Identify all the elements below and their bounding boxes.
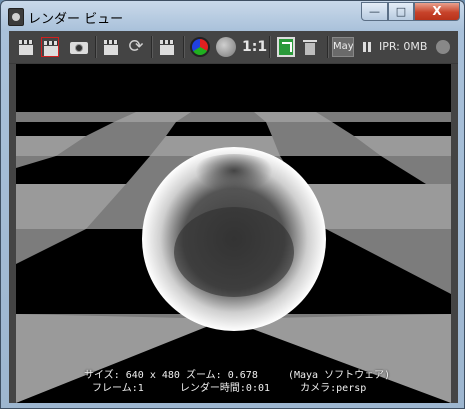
renderer-select[interactable]: Maya [332, 37, 354, 57]
maya-app-icon [8, 8, 24, 26]
render-toolbar: ⟳ 1:1 Maya IPR: 0MB [9, 31, 458, 64]
render-info-line2: フレーム:1 レンダー時間:0:01 カメラ:persp [92, 379, 366, 394]
frame-value: 1 [137, 383, 144, 394]
maximize-button[interactable]: □ [388, 2, 414, 21]
sphere-reflection [179, 154, 289, 214]
render-time-label: レンダー時間: [179, 383, 246, 394]
toolbar-separator [269, 36, 270, 58]
pause-icon[interactable] [360, 37, 374, 57]
refresh-icon[interactable]: ⟳ [126, 37, 146, 57]
toolbar-separator [327, 36, 328, 58]
display-frame-icon[interactable] [277, 37, 295, 57]
render-region-icon[interactable] [41, 37, 59, 57]
snapshot-camera-icon[interactable] [69, 37, 89, 57]
frame-label: フレーム: [92, 383, 138, 394]
render-image-viewport[interactable]: サイズ: 640 x 480 ズーム: 0.678 (Maya ソフトウェア) … [16, 64, 451, 403]
remove-image-icon[interactable] [301, 37, 319, 57]
render-view-panel: ⟳ 1:1 Maya IPR: 0MB [9, 31, 458, 403]
sphere-dark-core [174, 207, 294, 297]
camera-value: persp [336, 383, 367, 394]
camera-label: カメラ: [300, 383, 337, 394]
status-dot-icon [436, 40, 450, 54]
toolbar-separator [183, 36, 184, 58]
window-title: レンダー ビュー [28, 12, 124, 27]
toolbar-separator [95, 36, 96, 58]
close-button[interactable]: X [414, 2, 460, 21]
ipr-memory-label: IPR: 0MB [379, 40, 428, 53]
render-view-window: レンダー ビュー — □ X ⟳ 1:1 Maya IPR: 0MB [0, 0, 465, 409]
rgb-channels-icon[interactable] [190, 37, 210, 57]
toolbar-separator [151, 36, 152, 58]
render-sequence-icon[interactable] [158, 37, 176, 57]
title-bar[interactable]: レンダー ビュー — □ X [1, 1, 464, 31]
gray-sphere-icon[interactable] [216, 37, 236, 57]
render-time-value: 0:01 [245, 383, 271, 394]
rendered-image [16, 64, 451, 403]
redo-render-icon[interactable] [102, 37, 120, 57]
one-to-one-button[interactable]: 1:1 [242, 37, 267, 57]
render-current-frame-icon[interactable] [17, 37, 35, 57]
minimize-button[interactable]: — [361, 2, 388, 21]
